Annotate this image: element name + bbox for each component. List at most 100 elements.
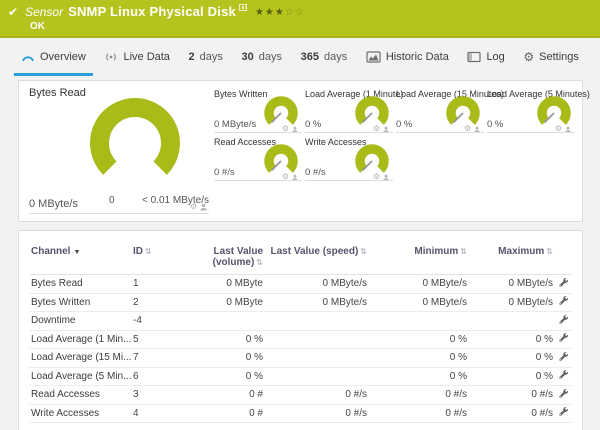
sort-icon: ⇅ (256, 258, 263, 267)
col-header-last-value-speed[interactable]: Last Value (speed) ⇅ (265, 244, 369, 275)
small-gauge-read-accesses: Read Accesses 0 #/s ⚙ (214, 137, 302, 183)
divider (214, 180, 302, 181)
tab-label: 2 (188, 50, 195, 63)
channel-settings-cell[interactable] (555, 404, 572, 423)
object-type-label: Sensor (25, 5, 64, 19)
last-value-volume-cell: 0 % (173, 367, 265, 386)
tab-overview[interactable]: Overview (14, 40, 93, 76)
table-header-row: Channel ▼ ID ⇅ Last Value (volume) ⇅ Last V… (29, 244, 572, 275)
channel-name-cell[interactable]: Load Average (5 Min... (29, 367, 131, 386)
small-gauge-bytes-written: Bytes Written 0 MByte/s ⚙ (214, 89, 302, 135)
wrench-icon[interactable] (558, 351, 569, 362)
maximum-cell: 0 MByte/s (469, 274, 555, 294)
table-row[interactable]: Load Average (15 Mi... 7 0 % 0 % 0 % (29, 348, 572, 368)
table-row[interactable]: Load Average (1 Min... 5 0 % 0 % 0 % (29, 330, 572, 349)
channel-id-cell: 4 (131, 404, 173, 423)
channel-settings-cell[interactable] (555, 274, 572, 294)
table-row[interactable]: Read Accesses 3 0 # 0 #/s 0 #/s 0 #/s (29, 385, 572, 405)
col-header-minimum[interactable]: Minimum ⇅ (369, 244, 469, 275)
channel-name-cell[interactable]: Bytes Read (29, 274, 131, 294)
sort-icon: ⇅ (546, 247, 553, 256)
minimum-cell: 0 MByte/s (369, 274, 469, 294)
tab-label: 365 (300, 50, 319, 63)
wrench-icon[interactable] (558, 277, 569, 288)
gauge-mini-actions[interactable]: ⚙ (190, 203, 207, 211)
col-header-id[interactable]: ID ⇅ (131, 244, 173, 275)
table-row[interactable]: Bytes Written 2 0 MByte 0 MByte/s 0 MByt… (29, 293, 572, 312)
gauge-current-value: 0 #/s (305, 167, 326, 178)
user-icon[interactable] (200, 203, 207, 211)
tab-2-days[interactable]: 2 days (182, 40, 230, 76)
sensor-title: SNMP Linux Physical Disk (68, 4, 236, 19)
gauge-current-value: 0 MByte/s (29, 198, 78, 210)
divider (396, 132, 484, 133)
priority-flag-icon[interactable] (238, 4, 247, 11)
maximum-cell: 0 % (469, 348, 555, 368)
channel-name-cell[interactable]: Bytes Written (29, 293, 131, 312)
tab-log[interactable]: Log (460, 40, 511, 76)
gauge-current-value: 0 % (487, 119, 504, 130)
priority-stars[interactable]: ★★★☆☆ (255, 7, 305, 18)
wrench-icon[interactable] (558, 388, 569, 399)
tab-365-days[interactable]: 365 days (294, 40, 355, 76)
tab-live-data[interactable]: Live Data (97, 40, 176, 76)
channel-settings-cell[interactable] (555, 330, 572, 349)
maximum-cell: 0 % (469, 367, 555, 386)
overview-gauges-panel: Bytes Read 0 MByte/s 0 < 0.01 MByte/s ⚙ … (18, 80, 590, 222)
gauge-current-value: 0 #/s (214, 167, 235, 178)
channel-settings-cell[interactable] (555, 293, 572, 312)
wrench-icon[interactable] (558, 314, 569, 325)
minimum-cell (369, 311, 469, 331)
tab-settings[interactable]: ⚙ Settings (516, 40, 586, 76)
col-header-last-value-volume[interactable]: Last Value (volume) ⇅ (173, 244, 265, 275)
last-value-speed-cell (265, 348, 369, 368)
channel-name-cell[interactable]: Downtime (29, 311, 131, 331)
divider (214, 132, 302, 133)
table-row[interactable]: Bytes Read 1 0 MByte 0 MByte/s 0 MByte/s… (29, 274, 572, 294)
gauge-current-value: 0 MByte/s (214, 119, 257, 130)
tab-label: Settings (539, 50, 579, 63)
channel-settings-cell[interactable] (555, 385, 572, 405)
channel-id-cell: 5 (131, 330, 173, 349)
minimum-cell: 0 % (369, 330, 469, 349)
tab-label: Overview (40, 50, 86, 63)
channel-settings-cell[interactable] (555, 311, 572, 331)
channel-settings-cell[interactable] (555, 348, 572, 368)
table-row[interactable]: Write Accesses 4 0 # 0 #/s 0 #/s 0 #/s (29, 404, 572, 423)
last-value-volume-cell: 0 % (173, 348, 265, 368)
last-value-volume-cell: 0 # (173, 404, 265, 423)
wrench-icon[interactable] (558, 332, 569, 343)
divider (305, 180, 393, 181)
last-value-speed-cell: 0 MByte/s (265, 274, 369, 294)
channel-name-cell[interactable]: Write Accesses (29, 404, 131, 423)
wrench-icon[interactable] (558, 369, 569, 380)
channel-table: Channel ▼ ID ⇅ Last Value (volume) ⇅ Last V… (29, 244, 572, 423)
sensor-header: ✔ Sensor SNMP Linux Physical Disk ★★★☆☆ … (0, 0, 600, 38)
gear-icon[interactable]: ⚙ (190, 203, 197, 211)
tab-historic-data[interactable]: Historic Data (359, 40, 456, 76)
tab-label: 30 (241, 50, 254, 63)
primary-gauge-bytes-read: Bytes Read 0 MByte/s 0 < 0.01 MByte/s ⚙ (29, 87, 209, 215)
channel-settings-cell[interactable] (555, 367, 572, 386)
table-row[interactable]: Downtime -4 (29, 311, 572, 331)
channel-id-cell: 3 (131, 385, 173, 405)
live-data-icon (106, 52, 117, 61)
last-value-volume-cell: 0 % (173, 330, 265, 349)
col-header-channel[interactable]: Channel ▼ (29, 244, 131, 275)
channel-id-cell: 1 (131, 274, 173, 294)
channel-name-cell[interactable]: Load Average (15 Mi... (29, 348, 131, 368)
wrench-icon[interactable] (558, 406, 569, 417)
last-value-speed-cell: 0 MByte/s (265, 293, 369, 312)
maximum-cell: 0 #/s (469, 404, 555, 423)
minimum-cell: 0 #/s (369, 385, 469, 405)
table-row[interactable]: Load Average (5 Min... 6 0 % 0 % 0 % (29, 367, 572, 386)
small-gauge-load-average-1min: Load Average (1 Minute) 0 % ⚙ (305, 89, 403, 135)
small-gauge-load-average-5min: Load Average (5 Minutes) 0 % ⚙ (487, 89, 590, 135)
tab-30-days[interactable]: 30 days (235, 40, 290, 76)
channel-name-cell[interactable]: Load Average (1 Min... (29, 330, 131, 349)
divider (305, 132, 393, 133)
col-header-maximum[interactable]: Maximum ⇅ (469, 244, 555, 275)
channel-name-cell[interactable]: Read Accesses (29, 385, 131, 405)
channel-id-cell: 2 (131, 293, 173, 312)
wrench-icon[interactable] (558, 295, 569, 306)
